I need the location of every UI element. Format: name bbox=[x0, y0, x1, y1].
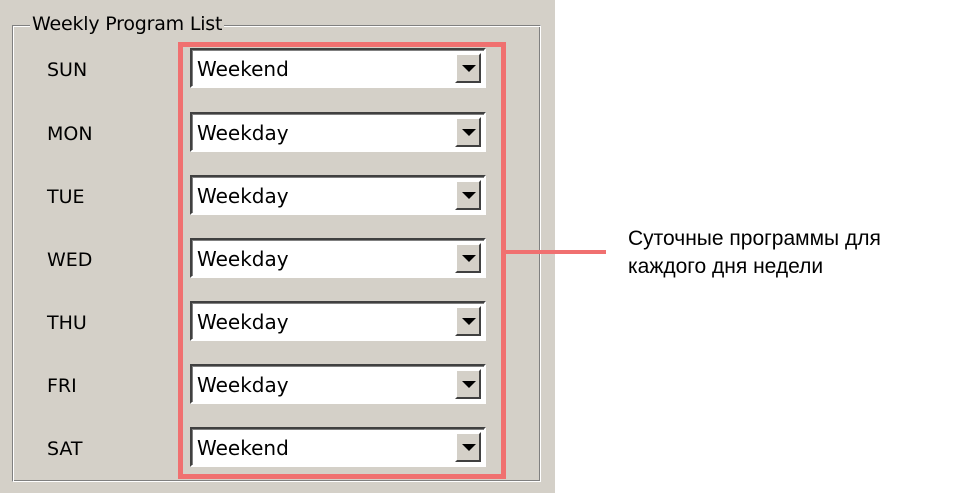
chevron-down-icon bbox=[462, 65, 476, 72]
groupbox-title: Weekly Program List bbox=[30, 13, 225, 35]
program-select-mon[interactable]: Weekday bbox=[190, 112, 486, 152]
dropdown-button[interactable] bbox=[455, 369, 481, 399]
screenshot-stage: Weekly Program List SUN Weekend MON Week… bbox=[0, 0, 954, 493]
program-select-value: Weekday bbox=[197, 247, 289, 271]
dropdown-button[interactable] bbox=[455, 432, 481, 462]
chevron-down-icon bbox=[462, 444, 476, 451]
dialog-panel: Weekly Program List SUN Weekend MON Week… bbox=[0, 0, 555, 493]
day-label-tue: TUE bbox=[47, 186, 85, 208]
program-select-tue[interactable]: Weekday bbox=[190, 175, 486, 215]
day-label-thu: THU bbox=[47, 312, 87, 334]
program-select-value: Weekday bbox=[197, 310, 289, 334]
dropdown-button[interactable] bbox=[455, 117, 481, 147]
program-select-value: Weekend bbox=[197, 57, 289, 81]
chevron-down-icon bbox=[462, 255, 476, 262]
day-label-sun: SUN bbox=[47, 59, 88, 81]
day-label-mon: MON bbox=[47, 123, 93, 145]
callout-annotation: Суточные программы для каждого дня недел… bbox=[628, 225, 954, 281]
chevron-down-icon bbox=[462, 192, 476, 199]
dropdown-button[interactable] bbox=[455, 180, 481, 210]
callout-line bbox=[506, 250, 606, 254]
day-label-wed: WED bbox=[47, 249, 93, 271]
program-select-value: Weekday bbox=[197, 184, 289, 208]
callout-line-2: каждого дня недели bbox=[628, 255, 824, 278]
dropdown-button[interactable] bbox=[455, 53, 481, 83]
program-select-sun[interactable]: Weekend bbox=[190, 48, 486, 88]
program-select-value: Weekend bbox=[197, 436, 289, 460]
chevron-down-icon bbox=[462, 318, 476, 325]
program-select-fri[interactable]: Weekday bbox=[190, 364, 486, 404]
program-select-value: Weekday bbox=[197, 373, 289, 397]
callout-line-1: Суточные программы для bbox=[628, 227, 881, 250]
program-select-wed[interactable]: Weekday bbox=[190, 238, 486, 278]
program-select-value: Weekday bbox=[197, 121, 289, 145]
day-label-fri: FRI bbox=[47, 375, 77, 397]
dropdown-button[interactable] bbox=[455, 243, 481, 273]
day-label-sat: SAT bbox=[47, 438, 83, 460]
chevron-down-icon bbox=[462, 129, 476, 136]
chevron-down-icon bbox=[462, 381, 476, 388]
program-select-sat[interactable]: Weekend bbox=[190, 427, 486, 467]
dropdown-button[interactable] bbox=[455, 306, 481, 336]
program-select-thu[interactable]: Weekday bbox=[190, 301, 486, 341]
